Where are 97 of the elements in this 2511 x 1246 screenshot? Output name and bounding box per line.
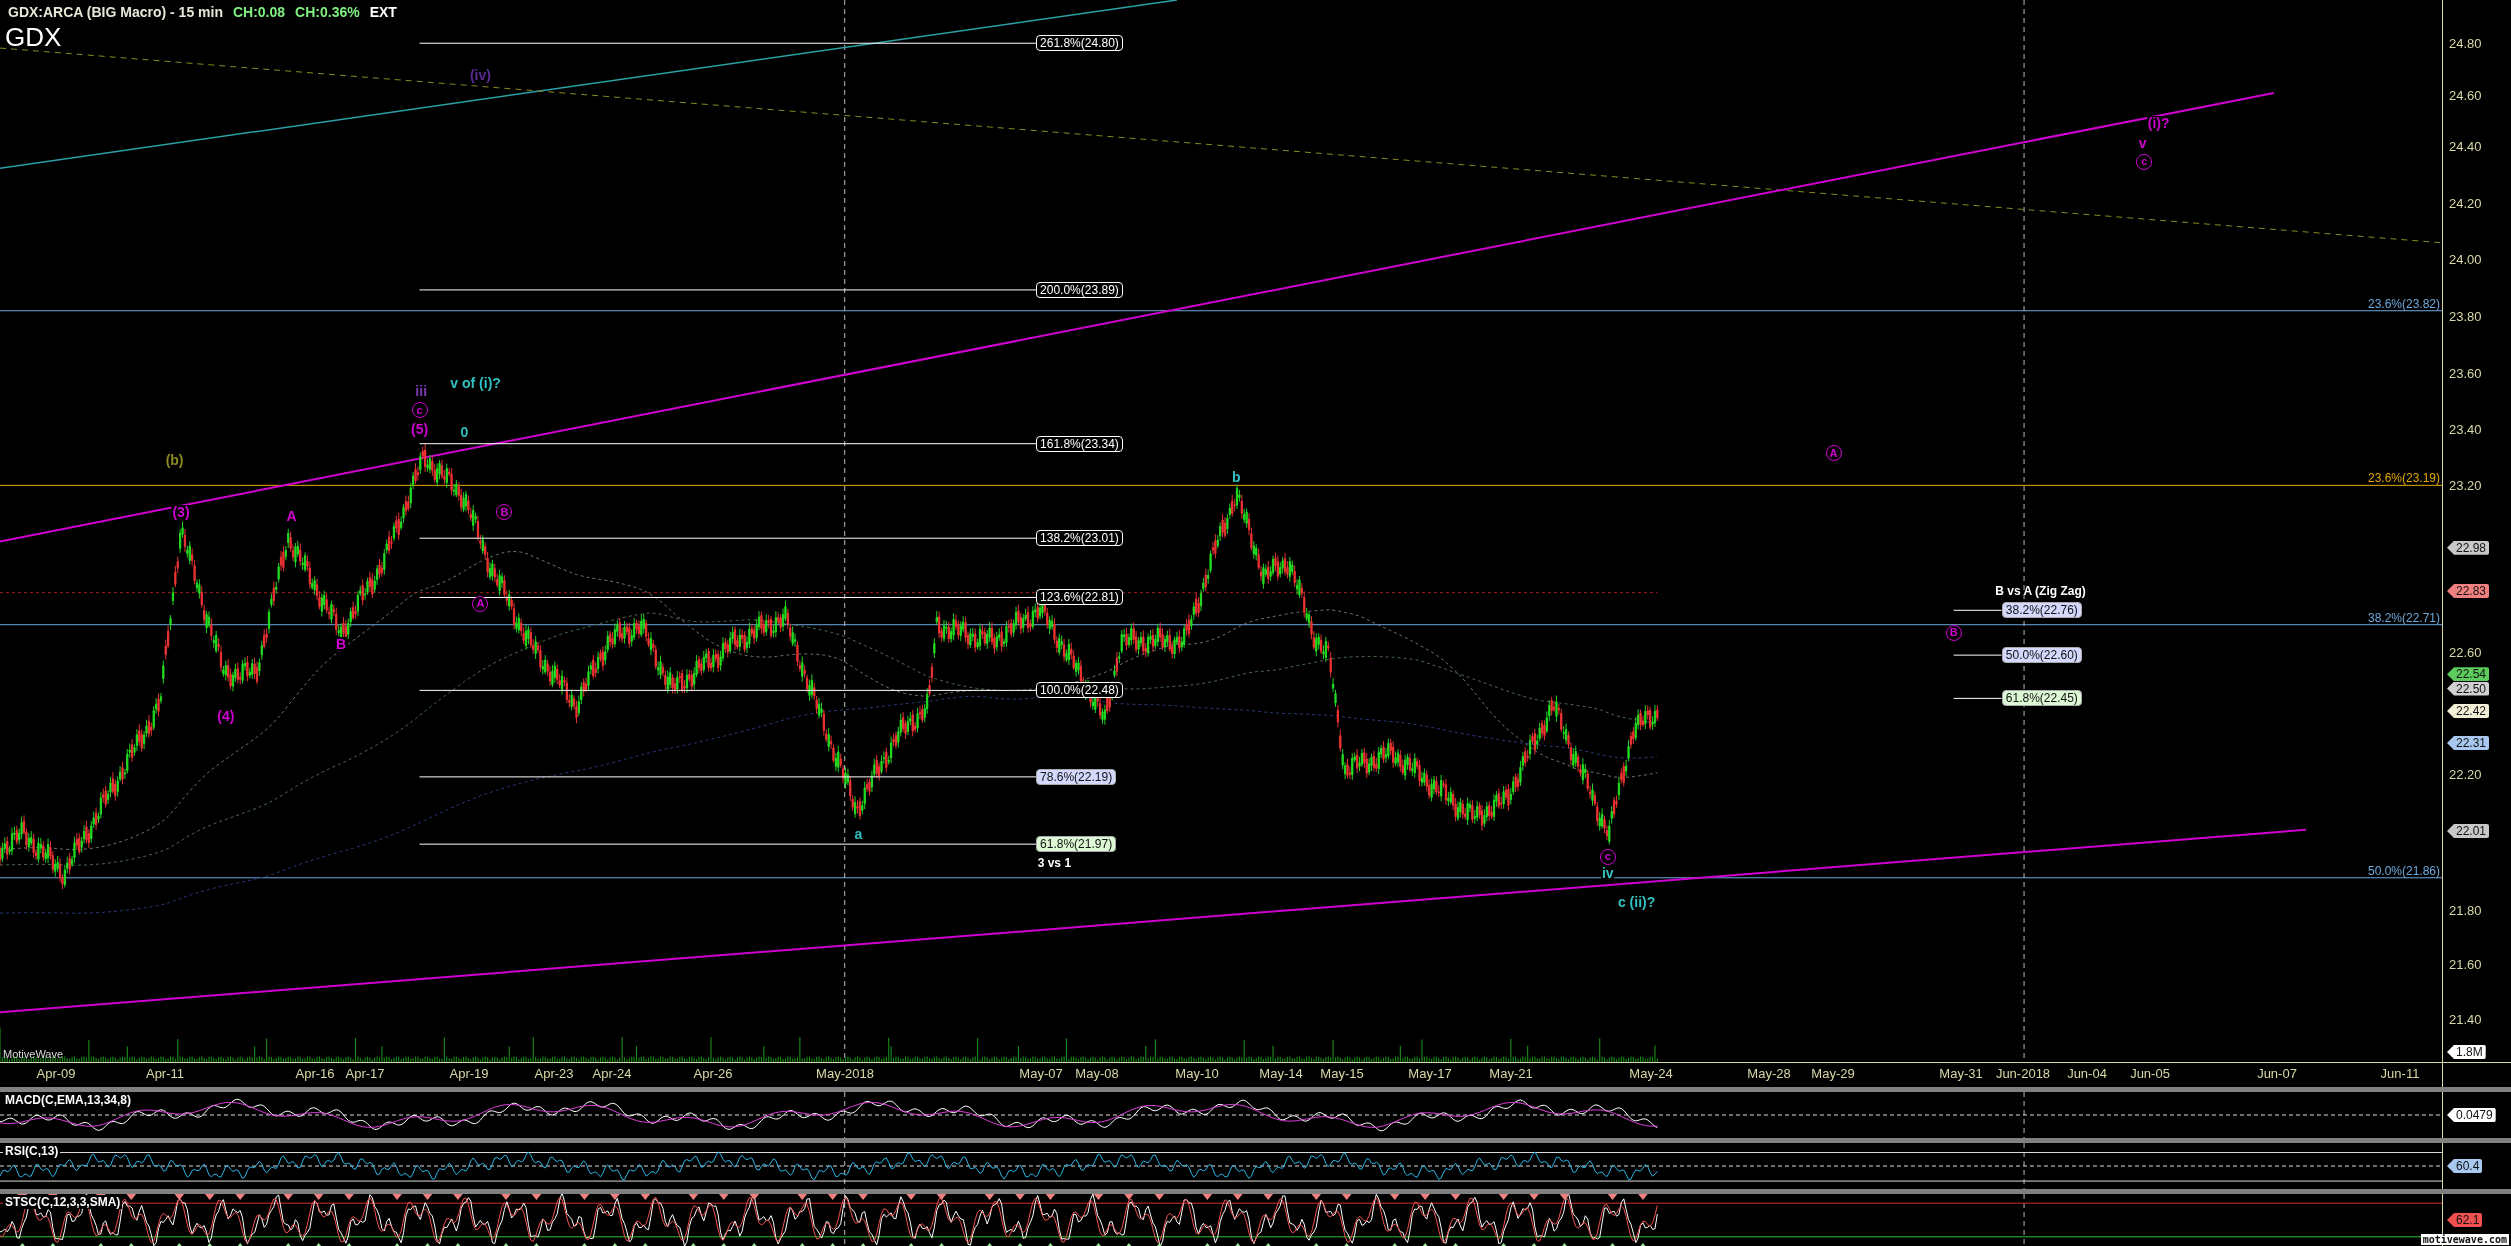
price-tick: 23.40 xyxy=(2449,421,2482,437)
wave-label: c xyxy=(411,402,428,418)
fib-level-label: 61.8%(22.45) xyxy=(2001,690,2082,707)
price-tick: 22.20 xyxy=(2449,766,2482,781)
date-label: Jun-05 xyxy=(2130,1066,2170,1081)
date-label: Apr-17 xyxy=(345,1066,385,1081)
price-tick: 23.80 xyxy=(2449,308,2482,323)
indicator-value-tag: 0.0479 xyxy=(2447,1108,2496,1122)
fib-title: B vs A (Zig Zag) xyxy=(1995,583,2086,598)
wave-label: A xyxy=(285,508,298,523)
date-label: May-07 xyxy=(1019,1066,1063,1081)
fib-level-label: 38.2%(22.76) xyxy=(2001,602,2082,619)
date-label: Apr-19 xyxy=(449,1066,489,1081)
app-label: MotiveWave xyxy=(3,1048,64,1060)
session-label: EXT xyxy=(369,4,397,20)
date-label: Apr-24 xyxy=(592,1066,632,1081)
date-label: Apr-09 xyxy=(36,1066,76,1081)
wave-label: c xyxy=(2136,153,2153,170)
wave-label: (b) xyxy=(164,452,185,467)
change-value: CH:0.08 xyxy=(232,4,286,20)
date-label: Apr-11 xyxy=(145,1066,185,1081)
fib-level-label: 261.8%(24.80) xyxy=(1036,35,1123,52)
fib-level-label: 123.6%(22.81) xyxy=(1036,589,1123,606)
date-label: May-28 xyxy=(1747,1066,1791,1081)
price-tag: 22.42 xyxy=(2447,704,2490,718)
wave-label: (5) xyxy=(410,422,430,437)
date-label: Jun-2018 xyxy=(1995,1066,2051,1081)
wave-label: (3) xyxy=(171,505,191,520)
fib-note: 3 vs 1 xyxy=(1037,856,1072,871)
date-label: Apr-16 xyxy=(295,1066,335,1081)
date-label: May-14 xyxy=(1259,1066,1303,1081)
date-label: May-31 xyxy=(1939,1066,1983,1081)
fib-level-label: 100.0%(22.48) xyxy=(1036,682,1123,699)
wave-label: B xyxy=(335,636,348,651)
date-label: May-15 xyxy=(1320,1066,1364,1081)
date-label: May-21 xyxy=(1489,1066,1533,1081)
wave-label: v of (i)? xyxy=(449,375,502,390)
indicator-name: MACD(C,EMA,13,34,8) xyxy=(3,1093,134,1107)
wave-label: (4) xyxy=(216,708,236,723)
indicator-value-tag: 62.1 xyxy=(2447,1213,2483,1227)
price-tick: 21.80 xyxy=(2449,902,2482,918)
fib-level-label: 138.2%(23.01) xyxy=(1036,530,1123,547)
date-label: Apr-23 xyxy=(534,1066,574,1081)
indicator-name: RSI(C,13) xyxy=(3,1144,61,1158)
fib-level-label: 161.8%(23.34) xyxy=(1036,435,1123,452)
price-tick: 24.20 xyxy=(2449,195,2482,211)
date-label: Jun-11 xyxy=(2380,1066,2420,1081)
price-tick: 23.60 xyxy=(2449,365,2482,381)
wave-label: b xyxy=(1231,470,1242,485)
date-label: May-08 xyxy=(1075,1066,1119,1081)
change-percent: CH:0.36% xyxy=(295,4,360,20)
wave-label: iii xyxy=(414,383,428,398)
date-label: May-24 xyxy=(1629,1066,1673,1081)
wave-label: A xyxy=(1825,445,1842,462)
wave-label: (i)? xyxy=(2146,116,2171,131)
price-tag: 22.98 xyxy=(2447,540,2490,555)
price-tag: 22.83 xyxy=(2447,583,2490,598)
level-label: 50.0%(21.86) xyxy=(2367,864,2440,878)
price-tick: 21.60 xyxy=(2449,956,2482,972)
wave-label: A xyxy=(472,595,489,612)
date-label: May-29 xyxy=(1811,1066,1855,1081)
wave-label: c (ii)? xyxy=(1616,894,1657,909)
date-label: May-17 xyxy=(1408,1066,1452,1081)
price-tick: 24.00 xyxy=(2449,251,2482,267)
fib-level-label: 50.0%(22.60) xyxy=(2001,647,2082,663)
level-label: 38.2%(22.71) xyxy=(2367,611,2440,625)
symbol-title: GDX xyxy=(5,22,62,53)
indicator-name: STSC(C,12,3,3,SMA) xyxy=(3,1195,123,1209)
price-tick: 24.80 xyxy=(2449,35,2482,51)
date-label: Jun-04 xyxy=(2067,1066,2107,1081)
date-label: May-10 xyxy=(1175,1066,1219,1081)
brand-label: motivewave.com xyxy=(2420,1234,2509,1245)
price-tag: 1.8M xyxy=(2447,1045,2486,1060)
date-label: Jun-07 xyxy=(2257,1066,2297,1081)
level-label: 23.6%(23.82) xyxy=(2367,297,2440,311)
fib-level-label: 61.8%(21.97) xyxy=(1036,835,1117,852)
price-tag: 22.50 xyxy=(2447,681,2490,696)
instrument-title: GDX:ARCA (BIG Macro) - 15 min xyxy=(8,4,223,20)
fib-level-label: 78.6%(22.19) xyxy=(1036,768,1117,785)
wave-label: B xyxy=(496,504,513,521)
indicator-value-tag: 60.4 xyxy=(2447,1159,2483,1173)
price-tag: 22.31 xyxy=(2447,736,2490,750)
wave-label: iv xyxy=(1600,865,1615,880)
price-tick: 22.60 xyxy=(2449,644,2482,660)
wave-label: c xyxy=(1599,848,1616,865)
date-label: May-2018 xyxy=(816,1066,874,1081)
wave-label: 0 xyxy=(459,425,470,440)
wave-label: (iv) xyxy=(468,68,492,83)
date-label: Apr-26 xyxy=(693,1066,733,1081)
fib-level-label: 200.0%(23.89) xyxy=(1036,281,1123,298)
price-tick: 23.20 xyxy=(2449,477,2482,493)
level-label: 23.6%(23.19) xyxy=(2367,472,2440,486)
price-tag: 22.54 xyxy=(2447,667,2490,682)
price-tick: 24.40 xyxy=(2449,138,2482,154)
price-tick: 21.40 xyxy=(2449,1011,2482,1026)
price-tick: 24.60 xyxy=(2449,87,2482,102)
price-tag: 22.01 xyxy=(2447,824,2490,839)
